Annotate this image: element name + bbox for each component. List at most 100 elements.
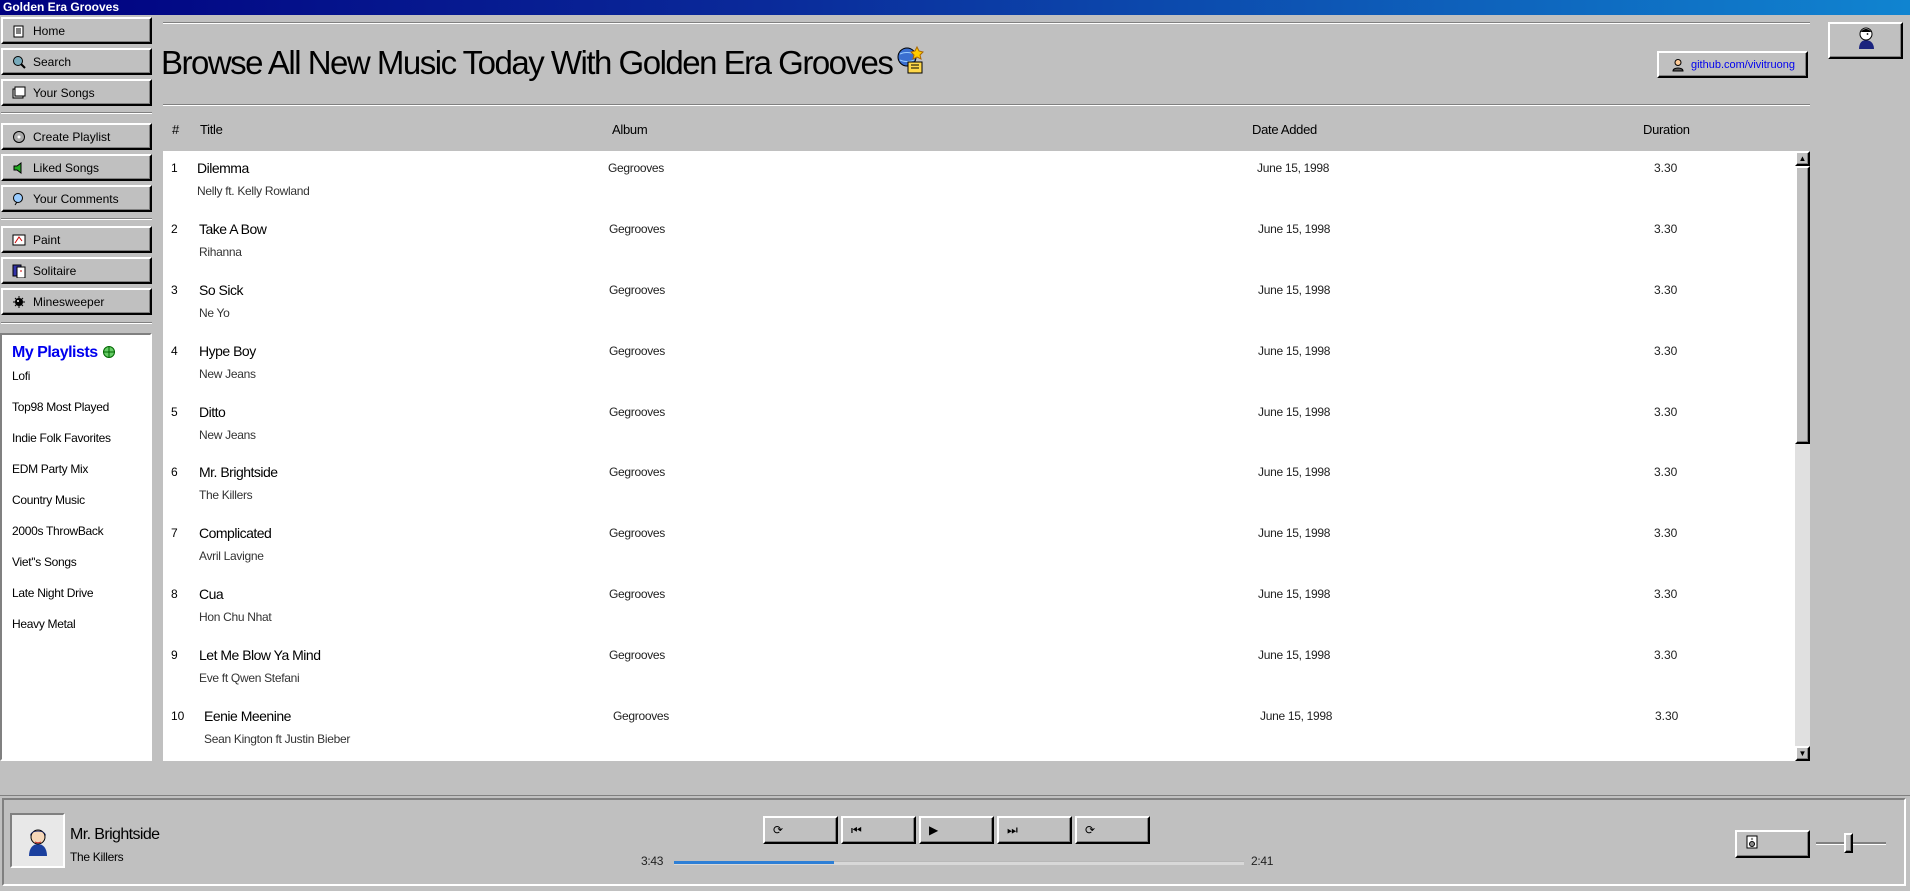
track-date-added: June 15, 1998 <box>1258 648 1331 662</box>
track-duration: 3.30 <box>1654 465 1678 479</box>
track-number: 8 <box>171 587 178 601</box>
playlist-item[interactable]: Country Music <box>12 493 85 507</box>
track-duration: 3.30 <box>1654 283 1678 297</box>
track-title[interactable]: Take A Bow <box>199 221 267 237</box>
sidebar-divider <box>1 218 152 220</box>
shuffle-button[interactable]: ⟳ <box>763 816 838 844</box>
track-album: Gegrooves <box>609 405 665 419</box>
volume-slider-thumb[interactable] <box>1843 833 1853 853</box>
track-number: 9 <box>171 648 178 662</box>
previous-button[interactable]: ⏮ <box>841 816 916 844</box>
search-icon <box>11 54 27 70</box>
next-button[interactable]: ⏭ <box>997 816 1072 844</box>
track-artist[interactable]: The Killers <box>199 488 253 502</box>
avatar-icon <box>1854 25 1878 56</box>
nav-create-playlist-button[interactable]: Create Playlist <box>1 123 152 150</box>
repeat-button[interactable]: ⟳ <box>1075 816 1150 844</box>
nav-your-songs-button[interactable]: Your Songs <box>1 79 152 106</box>
music-globe-icon <box>894 44 926 78</box>
track-date-added: June 15, 1998 <box>1258 405 1331 419</box>
minesweeper-icon <box>11 294 27 310</box>
playlist-item[interactable]: Indie Folk Favorites <box>12 431 111 445</box>
track-album: Gegrooves <box>609 222 665 236</box>
track-date-added: June 15, 1998 <box>1258 222 1331 236</box>
nav-home-button[interactable]: Home <box>1 17 152 44</box>
window-title: Golden Era Grooves <box>0 0 1910 15</box>
track-title[interactable]: Ditto <box>199 404 226 420</box>
playlist-item[interactable]: Top98 Most Played <box>12 400 109 414</box>
track-artist[interactable]: Rihanna <box>199 245 242 259</box>
table-row[interactable]: 7 Complicated Avril Lavigne Gegrooves Ju… <box>163 516 1793 576</box>
track-title[interactable]: Let Me Blow Ya Mind <box>199 647 321 663</box>
scroll-thumb[interactable] <box>1795 166 1810 444</box>
repeat-icon: ⟳ <box>1085 823 1096 837</box>
profile-button[interactable] <box>1828 22 1903 59</box>
table-row[interactable]: 2 Take A Bow Rihanna Gegrooves June 15, … <box>163 212 1793 272</box>
playlist-item[interactable]: Lofi <box>12 369 30 383</box>
track-date-added: June 15, 1998 <box>1258 344 1331 358</box>
scroll-up-button[interactable]: ▲ <box>1795 151 1810 166</box>
player-panel: Mr. Brightside The Killers ⟳ ⏮ ▶ ⏭ ⟳ 3:4… <box>2 798 1906 886</box>
table-scrollbar[interactable]: ▲ ▼ <box>1795 151 1810 761</box>
track-title[interactable]: So Sick <box>199 282 243 298</box>
track-duration: 3.30 <box>1654 648 1678 662</box>
track-title[interactable]: Complicated <box>199 525 272 541</box>
sidebar-divider <box>1 322 152 324</box>
track-duration: 3.30 <box>1654 526 1678 540</box>
speaker-icon <box>11 160 27 176</box>
nav-search-button[interactable]: Search <box>1 48 152 75</box>
playlists-title: My Playlists <box>12 344 98 361</box>
volume-slider[interactable] <box>1816 833 1886 853</box>
page-headline: Browse All New Music Today With Golden E… <box>161 44 894 81</box>
table-row[interactable]: 10 Eenie Meenine Sean Kington ft Justin … <box>163 699 1793 759</box>
track-artist[interactable]: Ne Yo <box>199 306 230 320</box>
nav-paint-button[interactable]: Paint <box>1 226 152 253</box>
album-art-icon <box>28 829 47 856</box>
track-title[interactable]: Eenie Meenine <box>204 708 291 724</box>
nav-your-comments-button[interactable]: Your Comments <box>1 185 152 212</box>
track-date-added: June 15, 1998 <box>1258 283 1331 297</box>
track-title[interactable]: Mr. Brightside <box>199 464 278 480</box>
track-date-added: June 15, 1998 <box>1260 709 1333 723</box>
nav-create-playlist-label: Create Playlist <box>33 129 111 144</box>
track-title[interactable]: Dilemma <box>197 160 249 176</box>
playlist-item[interactable]: Viet''s Songs <box>12 555 77 569</box>
table-row[interactable]: 4 Hype Boy New Jeans Gegrooves June 15, … <box>163 334 1793 394</box>
nav-liked-songs-button[interactable]: Liked Songs <box>1 154 152 181</box>
table-row[interactable]: 8 Cua Hon Chu Nhat Gegrooves June 15, 19… <box>163 577 1793 637</box>
nav-home-label: Home <box>33 23 66 38</box>
track-number: 5 <box>171 405 178 419</box>
table-row[interactable]: 5 Ditto New Jeans Gegrooves June 15, 199… <box>163 395 1793 455</box>
track-artist[interactable]: Sean Kington ft Justin Bieber <box>204 732 350 746</box>
next-icon: ⏭ <box>1007 822 1018 837</box>
volume-button[interactable] <box>1735 830 1810 858</box>
track-title[interactable]: Cua <box>199 586 224 602</box>
track-album: Gegrooves <box>613 709 669 723</box>
track-artist[interactable]: New Jeans <box>199 367 256 381</box>
track-date-added: June 15, 1998 <box>1258 465 1331 479</box>
user-icon <box>1671 58 1685 72</box>
playlist-item[interactable]: EDM Party Mix <box>12 462 88 476</box>
track-artist[interactable]: Eve ft Qwen Stefani <box>199 671 300 685</box>
track-duration: 3.30 <box>1655 709 1679 723</box>
track-title[interactable]: Hype Boy <box>199 343 256 359</box>
table-row[interactable]: 6 Mr. Brightside The Killers Gegrooves J… <box>163 455 1793 515</box>
github-link-button[interactable]: github.com/vivitruong <box>1657 51 1808 78</box>
track-artist[interactable]: Hon Chu Nhat <box>199 610 272 624</box>
table-row[interactable]: 1 Dilemma Nelly ft. Kelly Rowland Gegroo… <box>163 151 1793 211</box>
playlist-item[interactable]: 2000s ThrowBack <box>12 524 104 538</box>
table-row[interactable]: 3 So Sick Ne Yo Gegrooves June 15, 1998 … <box>163 273 1793 333</box>
nav-solitaire-button[interactable]: Solitaire <box>1 257 152 284</box>
nav-your-songs-label: Your Songs <box>33 85 95 100</box>
playlist-item[interactable]: Late Night Drive <box>12 586 94 600</box>
table-row[interactable]: 9 Let Me Blow Ya Mind Eve ft Qwen Stefan… <box>163 638 1793 698</box>
progress-bar[interactable] <box>674 861 1244 865</box>
track-artist[interactable]: New Jeans <box>199 428 256 442</box>
track-artist[interactable]: Avril Lavigne <box>199 549 264 563</box>
home-icon <box>11 23 27 39</box>
playlist-item[interactable]: Heavy Metal <box>12 617 76 631</box>
play-button[interactable]: ▶ <box>919 816 994 844</box>
nav-minesweeper-button[interactable]: Minesweeper <box>1 288 152 315</box>
scroll-down-button[interactable]: ▼ <box>1795 746 1810 761</box>
track-artist[interactable]: Nelly ft. Kelly Rowland <box>197 184 310 198</box>
